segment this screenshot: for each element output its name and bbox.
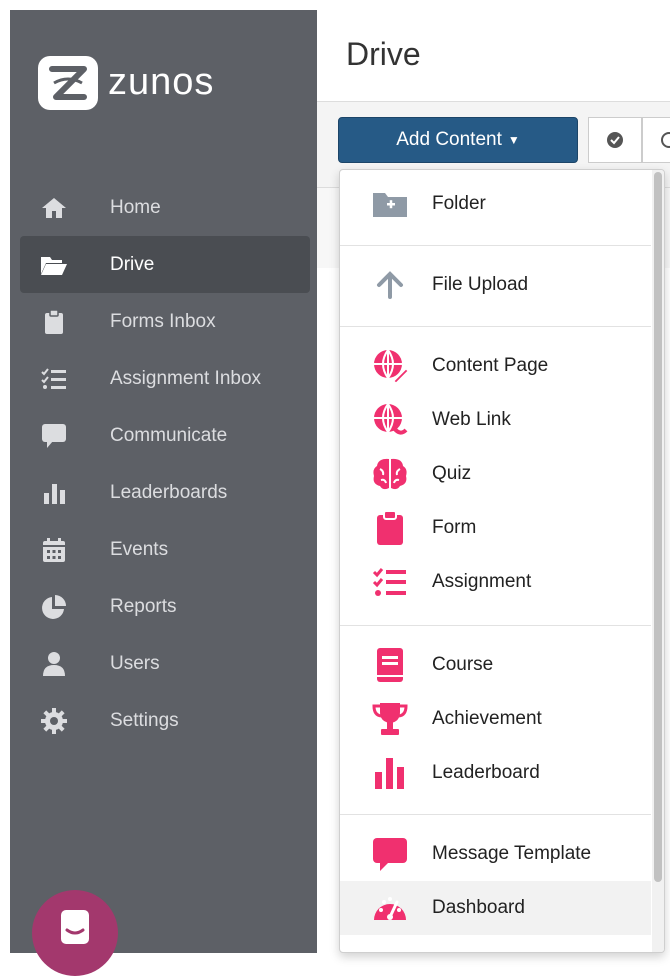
check-circle-icon xyxy=(607,132,623,148)
menu-item-quiz[interactable]: Quiz xyxy=(340,447,651,501)
menu-item-course[interactable]: Course xyxy=(340,638,651,692)
sidebar-item-reports[interactable]: Reports xyxy=(20,578,310,635)
sidebar-item-label: Communicate xyxy=(110,424,228,446)
menu-item-achievement[interactable]: Achievement xyxy=(340,692,651,746)
sidebar: zunos Home Drive Forms Inbox Assignment … xyxy=(10,10,317,976)
sidebar-item-settings[interactable]: Settings xyxy=(20,692,310,749)
menu-item-label: Dashboard xyxy=(432,897,525,918)
menu-divider xyxy=(340,326,651,327)
menu-divider xyxy=(340,814,651,815)
menu-item-label: Leaderboard xyxy=(432,762,540,783)
menu-item-form[interactable]: Form xyxy=(340,501,651,555)
globe-link-icon xyxy=(372,402,408,438)
scrollbar-thumb[interactable] xyxy=(654,172,662,882)
menu-item-web-link[interactable]: Web Link xyxy=(340,393,651,447)
sidebar-item-users[interactable]: Users xyxy=(20,635,310,692)
sidebar-item-drive[interactable]: Drive xyxy=(20,236,310,293)
menu-item-file-upload[interactable]: File Upload xyxy=(340,258,651,312)
checklist-icon xyxy=(372,564,408,600)
chat-icon xyxy=(61,910,89,944)
zunos-logo-mark-icon xyxy=(38,55,98,110)
menu-item-label: Message Template xyxy=(432,843,592,864)
bar-chart-icon xyxy=(372,755,408,791)
sidebar-item-label: Forms Inbox xyxy=(110,310,216,332)
sidebar-item-assignment-inbox[interactable]: Assignment Inbox xyxy=(20,350,310,407)
sidebar-item-label: Home xyxy=(110,196,161,218)
sidebar-item-forms-inbox[interactable]: Forms Inbox xyxy=(20,293,310,350)
home-icon xyxy=(40,194,68,222)
clipboard-icon xyxy=(372,510,408,546)
sidebar-item-label: Leaderboards xyxy=(110,481,228,503)
arrow-up-icon xyxy=(372,267,408,303)
menu-item-assignment[interactable]: Assignment xyxy=(340,555,651,609)
support-chat-button[interactable] xyxy=(32,890,118,976)
pie-chart-icon xyxy=(40,593,68,621)
menu-item-label: Quiz xyxy=(432,463,472,484)
menu-item-label: Course xyxy=(432,654,494,675)
menu-item-dashboard[interactable]: Dashboard xyxy=(340,881,651,935)
calendar-icon xyxy=(40,536,68,564)
user-icon xyxy=(40,650,68,678)
sidebar-item-label: Reports xyxy=(110,595,177,617)
folder-plus-icon xyxy=(372,186,408,222)
menu-item-message-template[interactable]: Message Template xyxy=(340,827,651,881)
menu-item-label: Content Page xyxy=(432,355,549,376)
speech-bubble-icon xyxy=(372,836,408,872)
add-content-menu: Folder File Upload Content Page Web Link… xyxy=(339,169,665,953)
menu-item-label: File Upload xyxy=(432,274,529,295)
menu-divider xyxy=(340,625,651,626)
page-header: Drive xyxy=(317,10,670,102)
sidebar-item-label: Users xyxy=(110,652,160,674)
trophy-icon xyxy=(372,701,408,737)
brain-icon xyxy=(372,456,408,492)
menu-scrollbar[interactable] xyxy=(652,170,664,952)
sidebar-item-label: Settings xyxy=(110,709,179,731)
menu-item-label: Form xyxy=(432,517,477,538)
brand-name: zunos xyxy=(108,61,215,103)
select-all-button[interactable] xyxy=(588,117,642,163)
sidebar-item-communicate[interactable]: Communicate xyxy=(20,407,310,464)
menu-item-label: Achievement xyxy=(432,708,542,729)
add-content-label: Add Content xyxy=(396,129,502,150)
menu-item-folder[interactable]: Folder xyxy=(340,177,651,231)
sidebar-nav: Home Drive Forms Inbox Assignment Inbox … xyxy=(20,179,310,749)
folder-open-icon xyxy=(40,251,68,279)
sidebar-item-label: Events xyxy=(110,538,169,560)
sidebar-item-events[interactable]: Events xyxy=(20,521,310,578)
sidebar-item-leaderboards[interactable]: Leaderboards xyxy=(20,464,310,521)
menu-divider xyxy=(340,245,651,246)
menu-item-label: Web Link xyxy=(432,409,511,430)
caret-down-icon: ▼ xyxy=(507,133,520,147)
menu-item-label: Folder xyxy=(432,193,486,214)
globe-pencil-icon xyxy=(372,348,408,384)
gear-icon xyxy=(40,707,68,735)
menu-item-label: Assignment xyxy=(432,571,532,592)
menu-item-leaderboard[interactable]: Leaderboard xyxy=(340,746,651,800)
menu-item-content-page[interactable]: Content Page xyxy=(340,339,651,393)
add-content-button[interactable]: Add Content ▼ xyxy=(338,117,578,163)
zunos-logo[interactable]: zunos xyxy=(38,55,214,110)
toolbar-button[interactable] xyxy=(642,117,670,163)
sidebar-item-home[interactable]: Home xyxy=(20,179,310,236)
speech-bubble-icon xyxy=(40,422,68,450)
clipboard-icon xyxy=(40,308,68,336)
page-title: Drive xyxy=(346,36,421,72)
checklist-icon xyxy=(40,365,68,393)
book-icon xyxy=(372,647,408,683)
bar-chart-icon xyxy=(40,479,68,507)
circle-icon xyxy=(661,132,670,148)
sidebar-item-label: Assignment Inbox xyxy=(110,367,262,389)
speedometer-icon xyxy=(372,890,408,926)
sidebar-item-label: Drive xyxy=(110,253,155,275)
